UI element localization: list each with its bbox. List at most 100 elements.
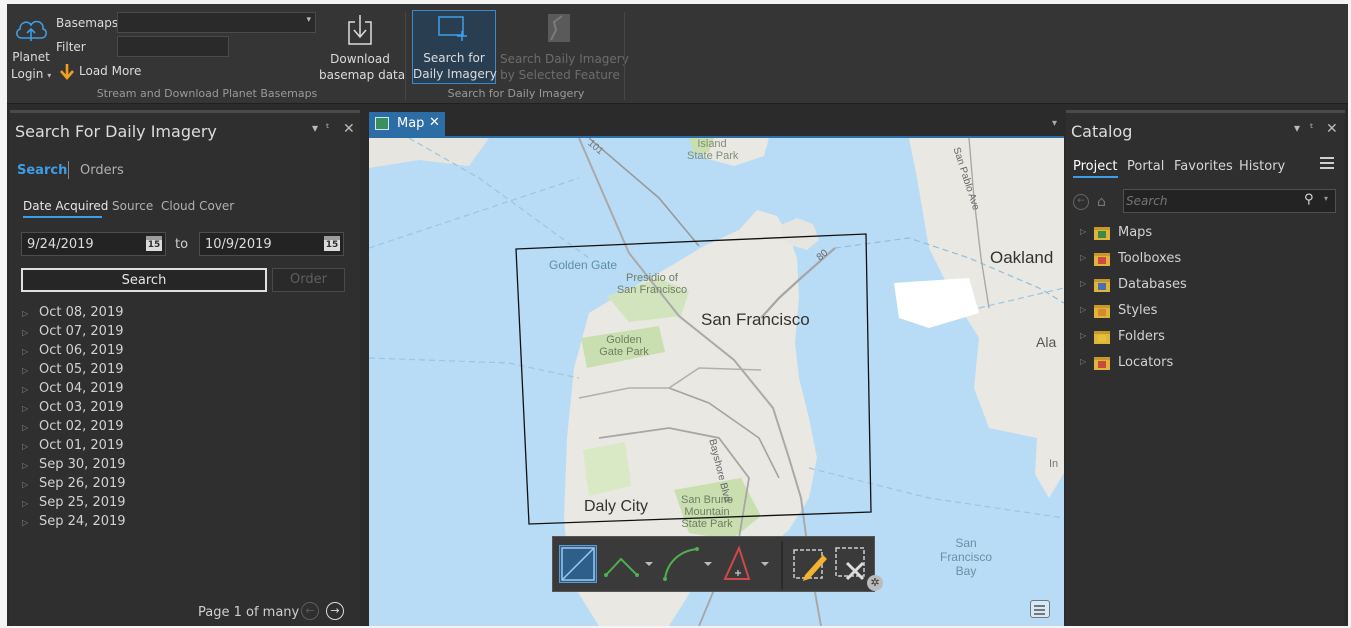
pin-icon[interactable]: ᵗ <box>1310 121 1314 135</box>
list-item[interactable]: ▷ Oct 07, 2019 <box>22 324 126 343</box>
search-daily-imagery-button[interactable]: Search for Daily Imagery <box>412 10 497 84</box>
map-label-island-line-2: State Park <box>687 150 739 162</box>
close-icon[interactable]: ✕ <box>343 121 355 137</box>
home-icon[interactable]: ⌂ <box>1097 194 1106 210</box>
subtab-date-acquired[interactable]: Date Acquired <box>23 199 108 213</box>
map-label-ggp-line-1: Golden <box>606 334 642 346</box>
expand-arrow-icon[interactable]: ▷ <box>1080 357 1086 366</box>
rectangle-sketch-button[interactable] <box>559 545 597 583</box>
list-item[interactable]: ▷ Oct 01, 2019 <box>22 438 126 457</box>
planet-login-button[interactable]: Planet Login ▾ <box>9 12 53 90</box>
hamburger-menu-icon[interactable] <box>1320 157 1334 169</box>
catalog-search-box[interactable]: ⚲ ▾ <box>1123 189 1336 213</box>
catalog-item-maps[interactable]: ▷ Maps <box>1080 225 1330 245</box>
map-label-bay-line-3: Bay <box>955 564 977 578</box>
curve-sketch-icon <box>663 547 712 581</box>
toolbar-settings-icon[interactable]: ✲ <box>867 575 883 591</box>
catalog-item-styles[interactable]: ▷ Styles <box>1080 303 1330 323</box>
search-daily-group-label: Search for Daily Imagery <box>447 87 585 100</box>
next-page-icon[interactable]: → <box>326 602 344 620</box>
expand-arrow-icon[interactable]: ▷ <box>22 461 39 470</box>
panel-menu-icon[interactable]: ▾ <box>312 121 318 135</box>
date-to-input[interactable]: 10/9/2019 15 <box>199 232 344 256</box>
expand-arrow-icon[interactable]: ▷ <box>22 480 39 489</box>
close-icon[interactable]: ✕ <box>1326 121 1338 137</box>
order-button[interactable]: Order <box>272 268 345 292</box>
list-item[interactable]: ▷ Oct 04, 2019 <box>22 381 126 400</box>
list-item[interactable]: ▷ Oct 03, 2019 <box>22 400 126 419</box>
list-item[interactable]: ▷ Oct 05, 2019 <box>22 362 126 381</box>
catalog-item-toolboxes[interactable]: ▷ Toolboxes <box>1080 251 1330 271</box>
list-item[interactable]: ▷ Oct 02, 2019 <box>22 419 126 438</box>
catalog-tab-history[interactable]: History <box>1239 159 1285 174</box>
map-contents-icon[interactable] <box>1030 600 1050 618</box>
catalog-item-label: Maps <box>1118 225 1153 240</box>
list-item[interactable]: ▷ Oct 06, 2019 <box>22 343 126 362</box>
tab-orders[interactable]: Orders <box>80 163 124 178</box>
catalog-item-folders[interactable]: ▷ Folders <box>1080 329 1330 349</box>
list-item[interactable]: ▷ Sep 30, 2019 <box>22 457 126 476</box>
list-item[interactable]: ▷ Sep 24, 2019 <box>22 514 126 533</box>
expand-arrow-icon[interactable]: ▷ <box>22 499 39 508</box>
subtab-source[interactable]: Source <box>112 199 153 213</box>
close-icon[interactable]: ✕ <box>429 115 440 130</box>
subtab-cloud-cover[interactable]: Cloud Cover <box>161 199 234 213</box>
search-button[interactable]: Search <box>21 268 267 292</box>
expand-arrow-icon[interactable]: ▷ <box>22 385 39 394</box>
clear-sketch-button[interactable] <box>833 545 871 583</box>
catalog-tab-portal[interactable]: Portal <box>1127 159 1164 174</box>
basemaps-dropdown[interactable]: ▾ <box>117 12 316 33</box>
expand-arrow-icon[interactable]: ▷ <box>22 404 39 413</box>
curve-sketch-button[interactable] <box>659 545 715 583</box>
filter-input[interactable] <box>117 36 229 57</box>
search-icon[interactable]: ⚲ <box>1304 192 1314 207</box>
polygon-sketch-button[interactable] <box>719 545 773 583</box>
download-basemap-button[interactable]: Download basemap data <box>319 12 405 90</box>
arrow-down-icon <box>60 64 74 80</box>
map-label-presidio-line-2: San Francisco <box>616 284 688 296</box>
tab-search[interactable]: Search <box>17 163 67 178</box>
map-label-in: In <box>1049 458 1059 470</box>
expand-arrow-icon[interactable]: ▷ <box>22 518 39 527</box>
expand-arrow-icon[interactable]: ▷ <box>1080 331 1086 340</box>
panel-menu-icon[interactable]: ▾ <box>1294 121 1300 135</box>
ribbon: Planet Login ▾ Basemaps ▾ Filter Load Mo… <box>7 4 1348 104</box>
chevron-down-icon[interactable]: ▾ <box>1324 194 1328 203</box>
map-pane-menu-icon[interactable]: ▾ <box>1052 118 1057 129</box>
catalog-item-locators[interactable]: ▷ Locators <box>1080 355 1330 375</box>
expand-arrow-icon[interactable]: ▷ <box>1080 305 1086 314</box>
calendar-icon[interactable]: 15 <box>324 236 340 251</box>
expand-arrow-icon[interactable]: ▷ <box>22 309 39 318</box>
catalog-tab-favorites[interactable]: Favorites <box>1174 159 1233 174</box>
catalog-item-databases[interactable]: ▷ Databases <box>1080 277 1330 297</box>
expand-arrow-icon[interactable]: ▷ <box>22 347 39 356</box>
tab-map[interactable]: Map ✕ <box>369 112 445 136</box>
contents-line <box>1034 613 1045 615</box>
load-more-button[interactable]: Load More <box>59 62 149 80</box>
search-by-selected-feature-button[interactable]: Search Daily Imagery by Selected Feature <box>500 10 629 84</box>
previous-page-icon[interactable]: ← <box>301 602 319 620</box>
expand-arrow-icon[interactable]: ▷ <box>22 366 39 375</box>
polyline-sketch-button[interactable] <box>603 545 655 583</box>
expand-arrow-icon[interactable]: ▷ <box>22 328 39 337</box>
download-icon <box>348 15 372 45</box>
map-label-alameda: Ala <box>1036 334 1057 350</box>
catalog-tab-project[interactable]: Project <box>1073 159 1117 174</box>
list-item[interactable]: ▷ Sep 25, 2019 <box>22 495 126 514</box>
map-label-sf-bay: San Francisco Bay <box>931 536 1001 578</box>
list-item[interactable]: ▷ Oct 08, 2019 <box>22 305 126 324</box>
edit-vertices-button[interactable] <box>791 545 829 583</box>
back-icon[interactable]: ← <box>1073 194 1089 210</box>
cloud-upload-icon <box>16 20 47 41</box>
expand-arrow-icon[interactable]: ▷ <box>1080 227 1086 236</box>
date-from-input[interactable]: 9/24/2019 15 <box>21 232 166 256</box>
calendar-icon[interactable]: 15 <box>146 236 162 251</box>
expand-arrow-icon[interactable]: ▷ <box>22 423 39 432</box>
list-item-label: Sep 30, 2019 <box>39 457 126 472</box>
expand-arrow-icon[interactable]: ▷ <box>1080 253 1086 262</box>
pin-icon[interactable]: ᵗ <box>326 121 330 135</box>
expand-arrow-icon[interactable]: ▷ <box>22 442 39 451</box>
catalog-search-input[interactable] <box>1126 191 1296 211</box>
expand-arrow-icon[interactable]: ▷ <box>1080 279 1086 288</box>
list-item[interactable]: ▷ Sep 26, 2019 <box>22 476 126 495</box>
